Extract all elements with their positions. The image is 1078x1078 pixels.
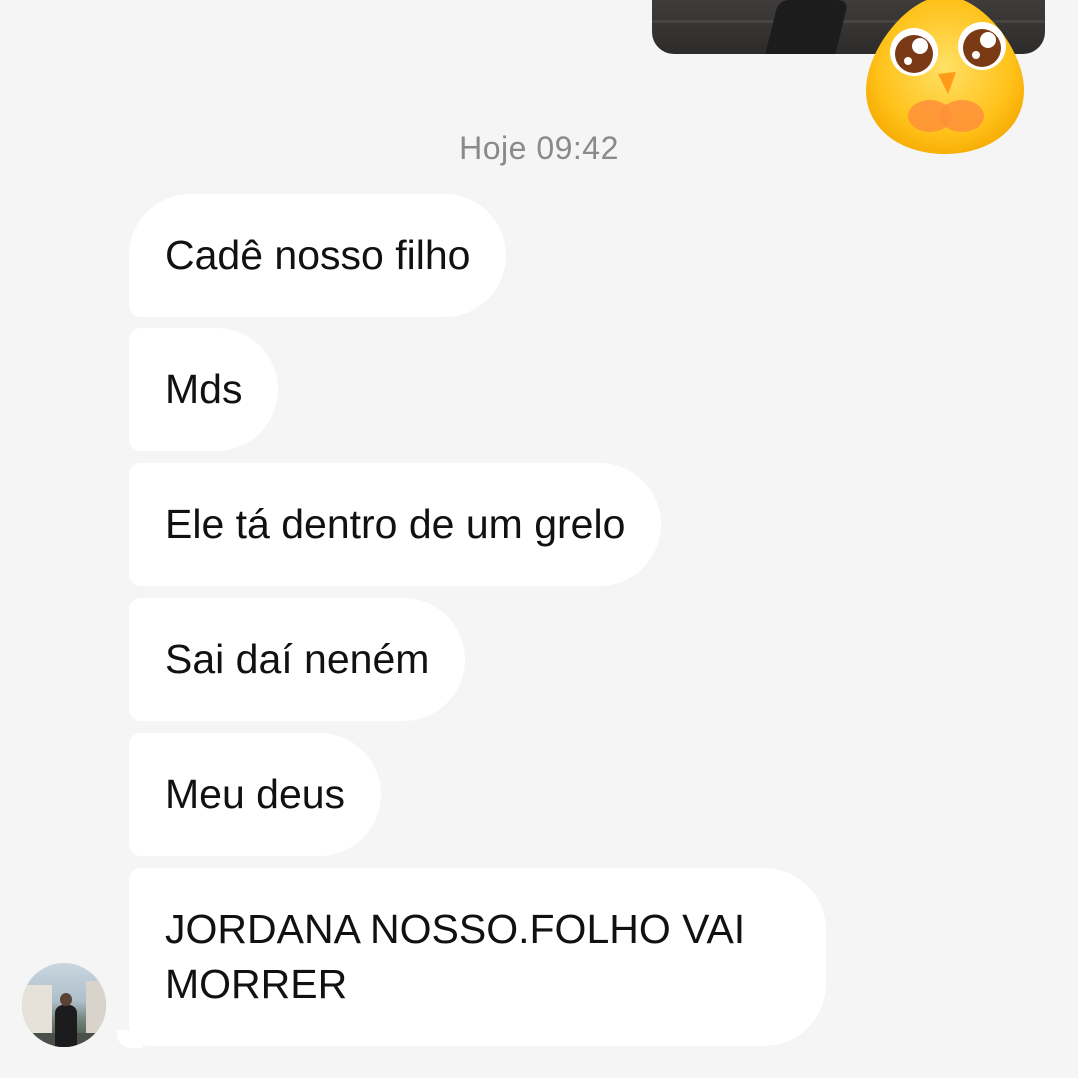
message-text: Cadê nosso filho xyxy=(165,232,471,278)
received-message[interactable]: Mds xyxy=(129,328,279,451)
avatar-detail xyxy=(22,985,52,1035)
message-text: Meu deus xyxy=(165,771,346,817)
received-message[interactable]: Cadê nosso filho xyxy=(129,194,507,317)
contact-avatar[interactable] xyxy=(22,963,106,1047)
message-text: Mds xyxy=(165,366,243,412)
message-text: Sai daí neném xyxy=(165,636,430,682)
image-detail xyxy=(765,0,849,54)
received-message[interactable]: JORDANA NOSSO.FOLHO VAI MORRER xyxy=(129,868,826,1046)
received-message[interactable]: Sai daí neném xyxy=(129,598,466,721)
avatar-detail xyxy=(55,1005,77,1047)
avatar-detail xyxy=(86,981,106,1037)
received-message[interactable]: Meu deus xyxy=(129,733,382,856)
avatar-detail xyxy=(60,993,72,1006)
message-text: JORDANA NOSSO.FOLHO VAI MORRER xyxy=(165,906,746,1007)
message-text: Ele tá dentro de um grelo xyxy=(165,501,626,547)
conversation-timestamp: Hoje 09:42 xyxy=(459,130,619,166)
received-message[interactable]: Ele tá dentro de um grelo xyxy=(129,463,662,586)
